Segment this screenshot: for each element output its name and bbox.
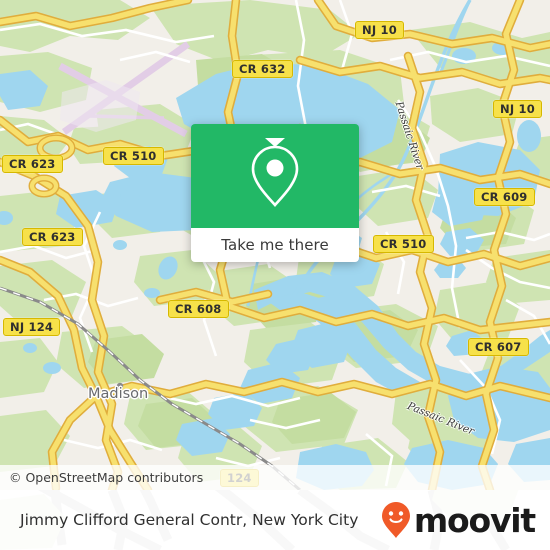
road-shield-cr607[interactable]: CR 607	[468, 338, 529, 357]
map-attribution-bar: © OpenStreetMap contributors	[0, 465, 550, 490]
osm-attribution-text[interactable]: © OpenStreetMap contributors	[0, 470, 203, 485]
road-shield-cr510-east[interactable]: CR 510	[373, 235, 434, 254]
road-shield-cr623-south[interactable]: CR 623	[22, 228, 83, 247]
map-pin-icon	[251, 145, 299, 207]
road-shield-nj124[interactable]: NJ 124	[3, 318, 61, 337]
road-shield-cr608[interactable]: CR 608	[168, 300, 229, 319]
page-title: Jimmy Clifford General Contr, New York C…	[20, 511, 359, 529]
page-footer: Jimmy Clifford General Contr, New York C…	[0, 490, 550, 550]
road-shield-cr632[interactable]: CR 632	[232, 60, 293, 79]
map-canvas[interactable]: Madison Passaic River Passaic River NJ 1…	[0, 0, 550, 490]
moovit-pin-smiley-icon	[381, 502, 410, 538]
road-shield-nj10-east[interactable]: NJ 10	[493, 100, 542, 119]
road-shield-cr609[interactable]: CR 609	[474, 188, 535, 207]
madison-place-dot	[116, 382, 124, 390]
road-shield-cr623-north[interactable]: CR 623	[2, 155, 63, 174]
map-page: Madison Passaic River Passaic River NJ 1…	[0, 0, 550, 550]
moovit-wordmark: moovit	[413, 500, 536, 540]
popup-footer[interactable]: Take me there	[191, 228, 359, 262]
take-me-there-label: Take me there	[221, 236, 329, 254]
moovit-brand-logo[interactable]: moovit	[381, 500, 536, 540]
road-shield-nj10-north[interactable]: NJ 10	[355, 21, 404, 40]
popup-tail-pointer	[265, 138, 285, 147]
road-shield-cr510-west[interactable]: CR 510	[103, 147, 164, 166]
